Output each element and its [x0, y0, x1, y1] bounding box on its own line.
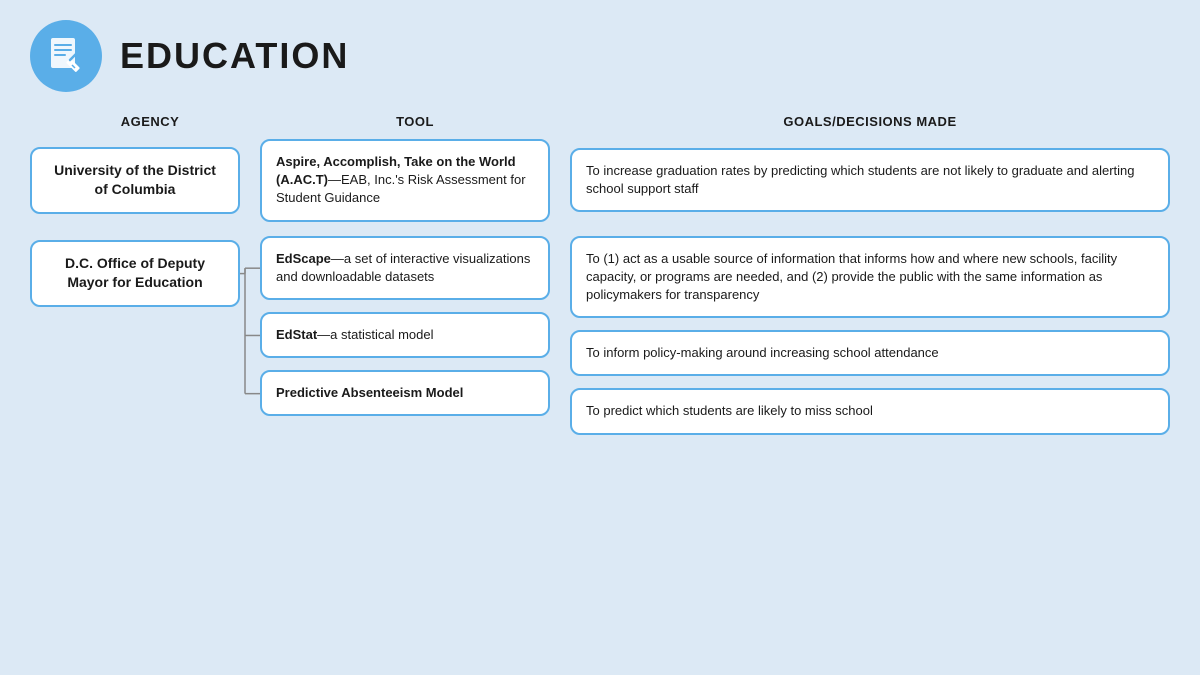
agency2-right-col: To (1) act as a usable source of informa… [560, 236, 1170, 435]
goal-text-2b: To inform policy-making around increasin… [586, 345, 939, 360]
agency-cell-1: University of the District of Columbia [30, 147, 250, 214]
header-icon-circle [30, 20, 102, 92]
col-header-agency: AGENCY [40, 114, 260, 129]
col-header-goals: GOALS/DECISIONS MADE [570, 114, 1170, 129]
goal-card-1: To increase graduation rates by predicti… [570, 148, 1170, 212]
tool-bold-2c: Predictive Absenteeism Model [276, 385, 463, 400]
main-layout: University of the District of Columbia A… [30, 139, 1170, 435]
goal-text-2c: To predict which students are likely to … [586, 403, 873, 418]
goal-card-2a: To (1) act as a usable source of informa… [570, 236, 1170, 319]
agency-card-1: University of the District of Columbia [30, 147, 240, 214]
agency2-left-col: D.C. Office of Deputy Mayor for Educatio… [30, 236, 250, 435]
goal-cell-1: To increase graduation rates by predicti… [560, 148, 1170, 212]
header: EDUCATION [30, 20, 1170, 92]
column-headers: AGENCY TOOL GOALS/DECISIONS MADE [30, 114, 1170, 129]
tool-bold-2b: EdStat [276, 327, 317, 342]
goal-card-2c: To predict which students are likely to … [570, 388, 1170, 434]
tool-card-2a: EdScape—a set of interactive visualizati… [260, 236, 550, 300]
tool-rest-2b: —a statistical model [317, 327, 433, 342]
education-document-icon [45, 35, 87, 77]
tool-card-1: Aspire, Accomplish, Take on the World (A… [260, 139, 550, 222]
agency2-middle-col: EdScape—a set of interactive visualizati… [250, 236, 560, 435]
goal-text-2a: To (1) act as a usable source of informa… [586, 251, 1117, 302]
tool-bold-2a: EdScape [276, 251, 331, 266]
agency2-section: D.C. Office of Deputy Mayor for Educatio… [30, 236, 1170, 435]
page: EDUCATION AGENCY TOOL GOALS/DECISIONS MA… [0, 0, 1200, 675]
col-header-tool: TOOL [260, 114, 570, 129]
goal-card-2b: To inform policy-making around increasin… [570, 330, 1170, 376]
row-1: University of the District of Columbia A… [30, 139, 1170, 222]
page-title: EDUCATION [120, 35, 349, 77]
agency-name-1: University of the District of Columbia [54, 162, 216, 198]
tool-card-2b: EdStat—a statistical model [260, 312, 550, 358]
tool-cell-1: Aspire, Accomplish, Take on the World (A… [250, 139, 560, 222]
agency-card-2: D.C. Office of Deputy Mayor for Educatio… [30, 240, 240, 307]
agency-name-2: D.C. Office of Deputy Mayor for Educatio… [65, 255, 205, 291]
tool-card-2c: Predictive Absenteeism Model [260, 370, 550, 416]
